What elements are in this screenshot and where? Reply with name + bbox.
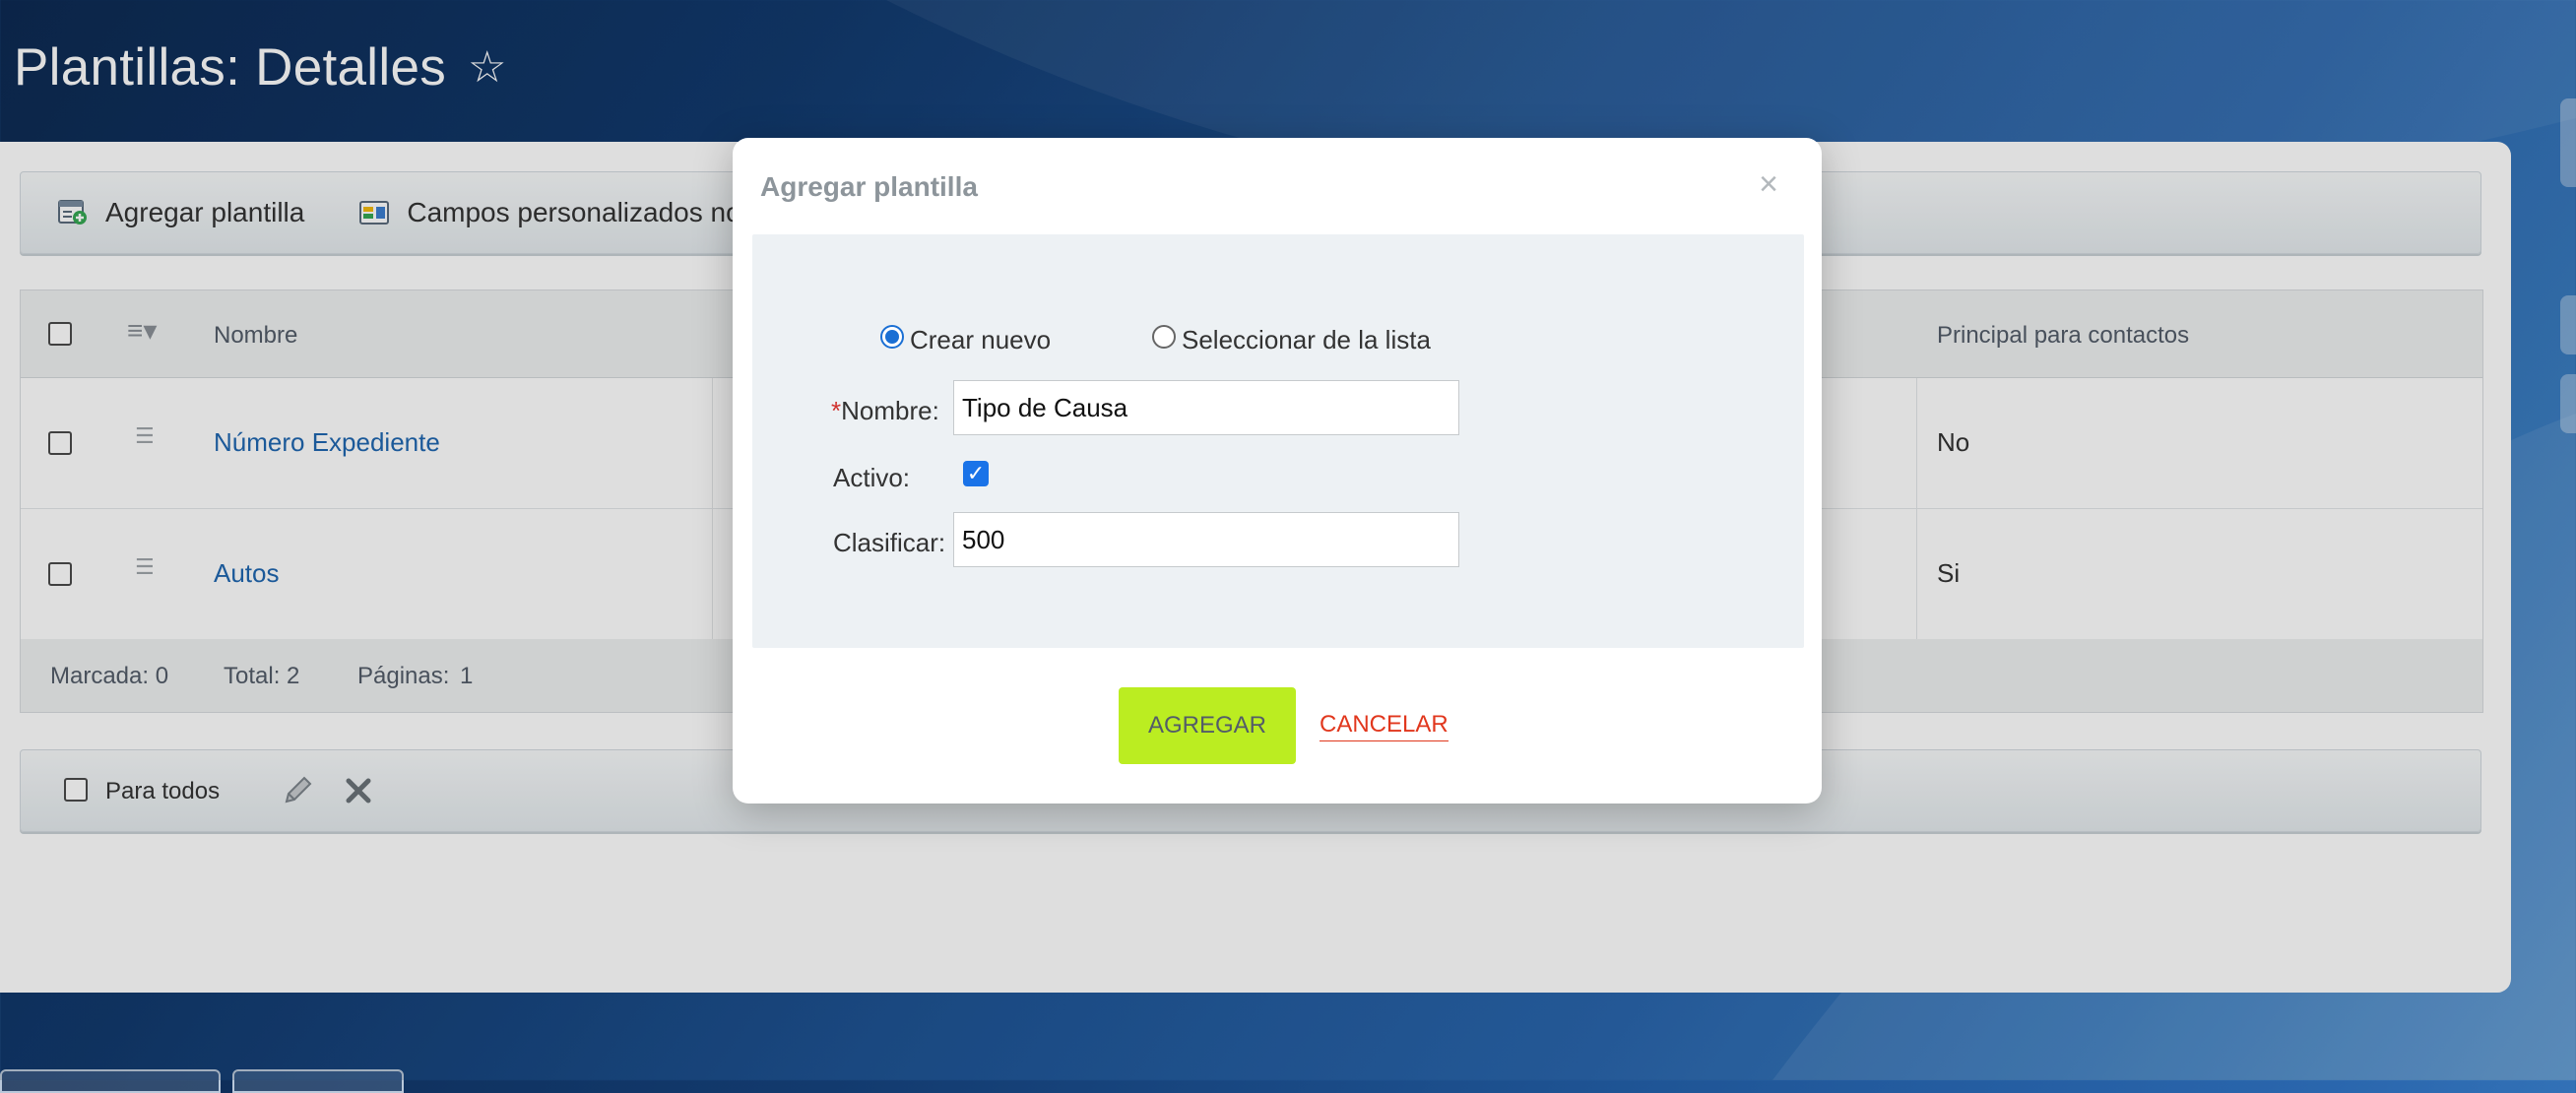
- required-mark: *: [831, 396, 842, 425]
- active-field-label: Activo:: [833, 463, 911, 492]
- close-icon[interactable]: ×: [1759, 165, 1778, 204]
- dialog-title: Agregar plantilla: [760, 171, 978, 202]
- name-input[interactable]: [953, 380, 1459, 435]
- active-checkbox[interactable]: ✓: [963, 461, 989, 486]
- dialog-form: Crear nuevo Seleccionar de la lista *Nom…: [752, 234, 1804, 648]
- cancel-button[interactable]: CANCELAR: [1320, 711, 1449, 741]
- sort-field-label: Clasificar:: [833, 528, 946, 557]
- name-field-label: *Nombre:: [831, 396, 939, 426]
- sort-input[interactable]: [953, 512, 1459, 567]
- radio-create-new[interactable]: [880, 325, 904, 349]
- radio-select-from-list[interactable]: [1152, 325, 1176, 349]
- radio-select-from-list-label[interactable]: Seleccionar de la lista: [1182, 325, 1431, 355]
- add-template-dialog: Agregar plantilla × Crear nuevo Seleccio…: [733, 138, 1822, 804]
- name-label-text: Nombre:: [841, 396, 939, 425]
- add-button[interactable]: AGREGAR: [1119, 687, 1296, 764]
- radio-create-new-label[interactable]: Crear nuevo: [910, 325, 1051, 355]
